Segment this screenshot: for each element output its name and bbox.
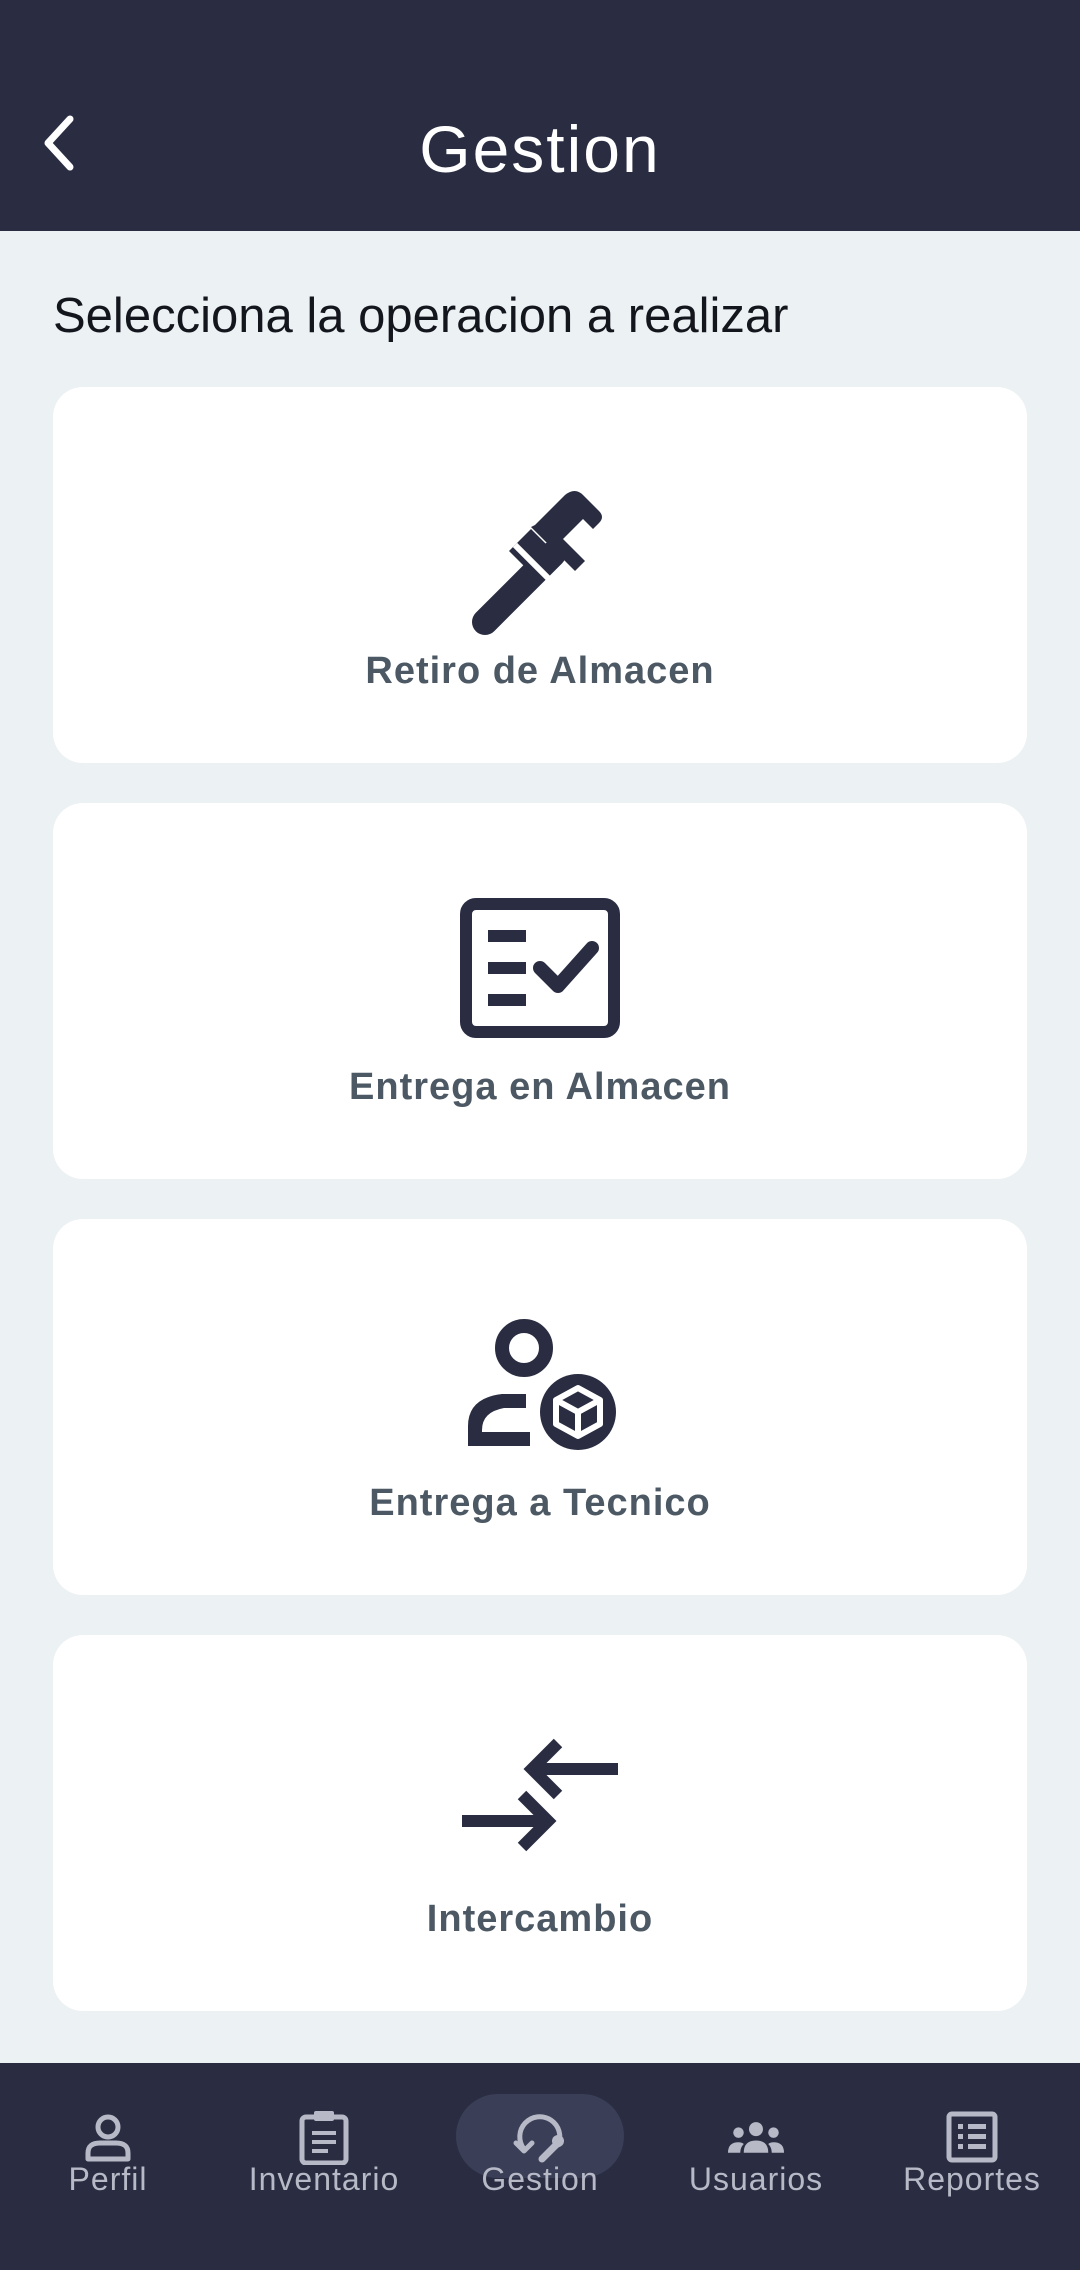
refresh-wrench-icon (512, 2109, 568, 2165)
exchange-arrows-icon (455, 1715, 625, 1885)
pipe-wrench-icon (455, 467, 625, 637)
nav-label: Reportes (903, 2161, 1041, 2197)
clipboard-icon (296, 2109, 352, 2165)
nav-item-gestion[interactable]: Gestion (432, 2063, 648, 2270)
app-header: Gestion (0, 0, 1080, 231)
checklist-icon (455, 883, 625, 1053)
card-entrega-tecnico[interactable]: Entrega a Tecnico (53, 1219, 1027, 1595)
person-icon (80, 2109, 136, 2165)
card-intercambio[interactable]: Intercambio (53, 1635, 1027, 2011)
page-title: Gestion (419, 112, 661, 186)
nav-item-reportes[interactable]: Reportes (864, 2063, 1080, 2270)
card-label: Entrega a Tecnico (369, 1482, 711, 1524)
bottom-navigation: Perfil Inventario Gestion Usuarios Repor… (0, 2063, 1080, 2270)
card-label: Entrega en Almacen (349, 1066, 731, 1108)
card-entrega-almacen[interactable]: Entrega en Almacen (53, 803, 1027, 1179)
nav-item-perfil[interactable]: Perfil (0, 2063, 216, 2270)
card-label: Intercambio (426, 1898, 654, 1940)
group-icon (728, 2109, 784, 2165)
card-label: Retiro de Almacen (365, 650, 715, 692)
nav-label: Perfil (68, 2161, 148, 2197)
user-package-icon (455, 1299, 625, 1469)
nav-item-inventario[interactable]: Inventario (216, 2063, 432, 2270)
list-report-icon (944, 2109, 1000, 2165)
card-retiro-almacen[interactable]: Retiro de Almacen (53, 387, 1027, 763)
instruction-text: Selecciona la operacion a realizar (53, 289, 789, 343)
nav-label: Inventario (248, 2161, 400, 2197)
nav-label: Gestion (481, 2161, 599, 2197)
operation-list: Retiro de Almacen Entrega en Almacen Ent (53, 387, 1027, 2051)
nav-item-usuarios[interactable]: Usuarios (648, 2063, 864, 2270)
nav-label: Usuarios (688, 2161, 824, 2197)
